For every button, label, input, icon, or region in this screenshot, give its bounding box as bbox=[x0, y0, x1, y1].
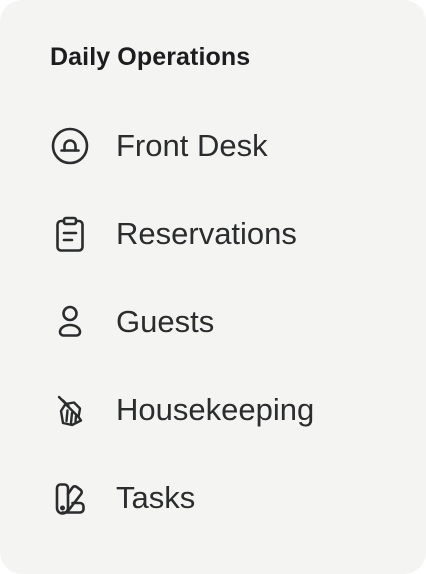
sidebar-panel: Daily Operations Front Desk Reservations… bbox=[0, 0, 426, 574]
swatches-icon bbox=[50, 478, 90, 518]
sidebar-item-label: Front Desk bbox=[116, 128, 268, 163]
user-icon bbox=[50, 302, 90, 342]
broom-icon bbox=[50, 390, 90, 430]
clipboard-icon bbox=[50, 214, 90, 254]
sidebar-item-housekeeping[interactable]: Housekeeping bbox=[38, 382, 388, 438]
sidebar-item-label: Guests bbox=[116, 304, 215, 339]
sidebar-item-guests[interactable]: Guests bbox=[38, 294, 388, 350]
sidebar-item-label: Housekeeping bbox=[116, 392, 315, 427]
sidebar-item-front-desk[interactable]: Front Desk bbox=[38, 118, 388, 174]
sidebar-item-reservations[interactable]: Reservations bbox=[38, 206, 388, 262]
concierge-bell-icon bbox=[50, 126, 90, 166]
sidebar-item-tasks[interactable]: Tasks bbox=[38, 470, 388, 526]
sidebar-item-label: Reservations bbox=[116, 216, 297, 251]
sidebar-item-label: Tasks bbox=[116, 480, 196, 515]
section-title: Daily Operations bbox=[50, 43, 251, 71]
